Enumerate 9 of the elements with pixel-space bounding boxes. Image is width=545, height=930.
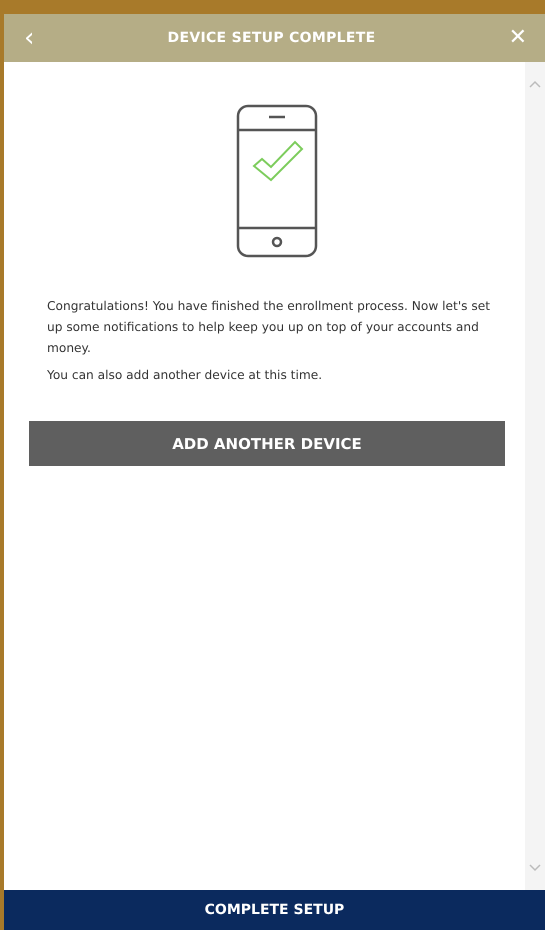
phone-check-icon bbox=[236, 104, 318, 258]
scroll-down-icon[interactable] bbox=[529, 864, 541, 872]
complete-setup-button[interactable]: COMPLETE SETUP bbox=[4, 890, 545, 930]
scroll-up-icon[interactable] bbox=[529, 80, 541, 88]
screen-title: DEVICE SETUP COMPLETE bbox=[168, 30, 376, 46]
add-device-button[interactable]: ADD ANOTHER DEVICE bbox=[29, 421, 505, 466]
message-text: You can also add another device at this time. bbox=[47, 367, 324, 384]
message-text: Congratulations! You have finished the enrollment process. Now let's set up some notifications to help keep you up on top of your accounts and money. bbox=[47, 298, 492, 357]
scrollbar[interactable] bbox=[525, 62, 545, 890]
